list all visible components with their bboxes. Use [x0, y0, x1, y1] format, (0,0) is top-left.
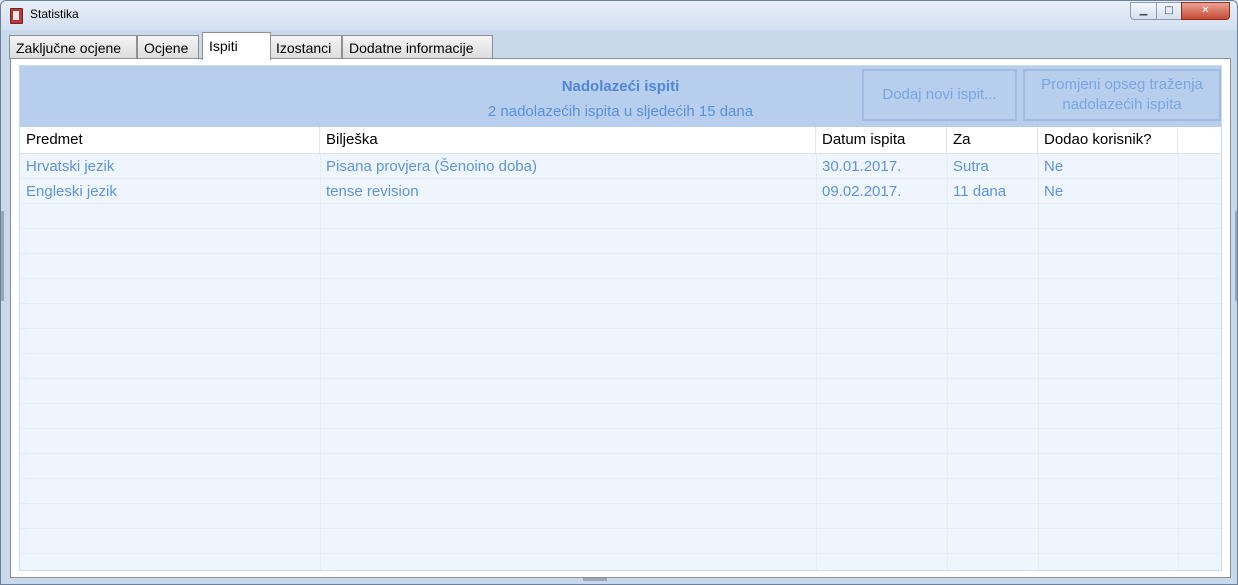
cell-za: 11 dana	[953, 183, 1007, 200]
grid-row-line	[20, 454, 1221, 479]
tab-izostanci[interactable]: Izostanci	[269, 35, 342, 59]
tab-strip: Zaključne ocjene Ocjene Ispiti Izostanci…	[9, 32, 1231, 60]
column-header-dodao-korisnik[interactable]: Dodao korisnik?	[1038, 127, 1178, 153]
minimize-button[interactable]: ▁	[1130, 2, 1157, 20]
column-header-za[interactable]: Za	[947, 127, 1038, 153]
change-range-button-label: Promjeni opseg traženja nadolazećih ispi…	[1041, 75, 1203, 115]
tab-ocjene[interactable]: Ocjene	[137, 35, 199, 59]
table-header: Predmet Bilješka Datum ispita Za Dodao k…	[20, 127, 1221, 154]
bottom-resize-grip[interactable]	[583, 578, 607, 581]
tab-ispiti[interactable]: Ispiti	[202, 32, 271, 60]
title-bar[interactable]: Statistika ▁ □ ✕	[1, 1, 1237, 30]
exams-panel: Nadolazeći ispiti 2 nadolazećih ispita u…	[19, 65, 1222, 571]
column-header-datum-ispita[interactable]: Datum ispita	[816, 127, 947, 153]
grid-row-line	[20, 204, 1221, 229]
column-header-filler	[1178, 127, 1221, 153]
maximize-button[interactable]: □	[1156, 2, 1182, 20]
app-book-icon	[10, 8, 23, 24]
change-range-button[interactable]: Promjeni opseg traženja nadolazećih ispi…	[1023, 69, 1221, 121]
add-exam-button-label: Dodaj novi ispit...	[882, 86, 997, 103]
grid-row-line	[20, 279, 1221, 304]
cell-datum-ispita: 09.02.2017.	[822, 183, 902, 200]
table-row[interactable]: Engleski jezik tense revision 09.02.2017…	[20, 179, 1221, 204]
cell-biljeska: Pisana provjera (Šenoino doba)	[326, 158, 537, 175]
column-header-biljeska[interactable]: Bilješka	[320, 127, 816, 153]
tab-content-panel: Nadolazeći ispiti 2 nadolazećih ispita u…	[10, 58, 1231, 578]
table-body: Hrvatski jezik Pisana provjera (Šenoino …	[20, 154, 1221, 570]
grid-row-line	[20, 554, 1221, 570]
close-button[interactable]: ✕	[1181, 2, 1230, 20]
window-title: Statistika	[30, 7, 79, 21]
grid-row-line	[20, 529, 1221, 554]
left-resize-grip[interactable]	[1, 211, 4, 301]
grid-row-line	[20, 479, 1221, 504]
exams-header: Nadolazeći ispiti 2 nadolazećih ispita u…	[20, 66, 1221, 127]
cell-datum-ispita: 30.01.2017.	[822, 158, 902, 175]
grid-row-line	[20, 354, 1221, 379]
grid-row-line	[20, 229, 1221, 254]
cell-predmet: Hrvatski jezik	[26, 158, 115, 175]
change-range-label-line2: nadolazećih ispita	[1062, 96, 1182, 113]
cell-za: Sutra	[953, 158, 989, 175]
grid-row-line	[20, 254, 1221, 279]
grid-row-line	[20, 404, 1221, 429]
cell-biljeska: tense revision	[326, 183, 419, 200]
tab-zakljucne-ocjene[interactable]: Zaključne ocjene	[9, 35, 137, 59]
cell-dodao-korisnik: Ne	[1044, 158, 1064, 175]
grid-row-line	[20, 504, 1221, 529]
grid-row-line	[20, 304, 1221, 329]
table-row[interactable]: Hrvatski jezik Pisana provjera (Šenoino …	[20, 154, 1221, 179]
grid-row-line	[20, 329, 1221, 354]
column-header-predmet[interactable]: Predmet	[20, 127, 320, 153]
tab-dodatne-informacije[interactable]: Dodatne informacije	[342, 35, 493, 59]
add-exam-button[interactable]: Dodaj novi ispit...	[862, 69, 1017, 121]
cell-dodao-korisnik: Ne	[1044, 183, 1064, 200]
change-range-label-line1: Promjeni opseg traženja	[1041, 76, 1203, 93]
cell-predmet: Engleski jezik	[26, 183, 117, 200]
grid-row-line	[20, 379, 1221, 404]
exams-table: Predmet Bilješka Datum ispita Za Dodao k…	[20, 127, 1221, 570]
statistika-window: Statistika ▁ □ ✕ Zaključne ocjene Ocjene…	[0, 0, 1238, 585]
grid-row-line	[20, 429, 1221, 454]
